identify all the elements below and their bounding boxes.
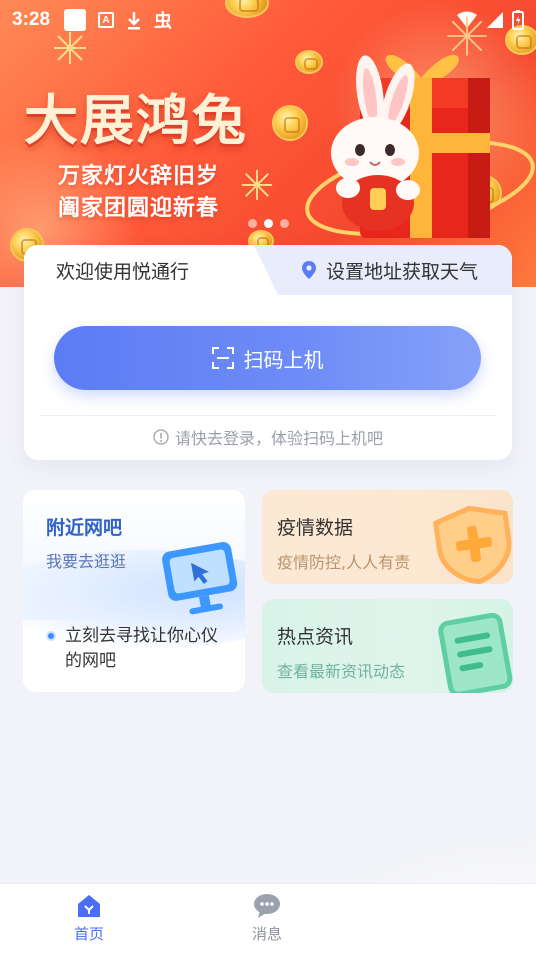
- download-icon: [128, 12, 141, 30]
- font-a-icon: A: [98, 12, 115, 28]
- bug-icon: 虫: [154, 11, 173, 31]
- bullet-dot: [46, 631, 56, 641]
- login-hint[interactable]: 请快去登录，体验扫码上机吧: [24, 425, 512, 449]
- news-subtitle: 查看最新资讯动态: [277, 662, 406, 681]
- battery-charging-icon: [512, 10, 524, 30]
- bottom-navigation: 首页 消息: [0, 883, 536, 954]
- scan-icon: [211, 347, 234, 369]
- scan-to-login-button[interactable]: 扫码上机: [54, 326, 481, 390]
- home-icon: [78, 895, 100, 917]
- pagination-dot-active[interactable]: [264, 219, 273, 228]
- banner-pagination: [248, 219, 289, 228]
- welcome-card-header: 设置地址获取天气 欢迎使用悦通行: [24, 245, 512, 295]
- divider: [40, 415, 496, 416]
- nearby-subtitle: 我要去逛逛: [46, 552, 127, 571]
- banner-subtitle-line2: 阖家团圆迎新春: [58, 196, 220, 221]
- promo-banner[interactable]: 3:28 A 虫 大展鸿兔 万家灯火辞旧岁 阖家团圆迎新春: [0, 0, 536, 287]
- sparkle-icon: [54, 32, 86, 64]
- notification-square-icon: [64, 9, 87, 31]
- nearby-internet-cafe-card[interactable]: 附近网吧 我要去逛逛 立刻去寻找让你心仪的网吧: [23, 490, 245, 692]
- sparkle-icon: [241, 169, 273, 201]
- chat-icon: [254, 894, 280, 918]
- nearby-title: 附近网吧: [46, 517, 123, 539]
- pagination-dot[interactable]: [248, 219, 257, 228]
- epidemic-subtitle: 疫情防控,人人有责: [277, 553, 411, 572]
- document-icon: [438, 613, 513, 693]
- monitor-cursor-icon: [162, 542, 238, 615]
- scan-button-label: 扫码上机: [243, 347, 324, 372]
- epidemic-data-card[interactable]: 疫情数据 疫情防控,人人有责: [262, 490, 513, 584]
- hot-news-card[interactable]: 热点资讯 查看最新资讯动态: [262, 599, 513, 693]
- nav-home[interactable]: 首页: [0, 884, 178, 954]
- nav-messages-label: 消息: [251, 925, 282, 943]
- welcome-card: 设置地址获取天气 欢迎使用悦通行 扫码上机 请快去登录，体验扫码上机吧: [24, 245, 512, 460]
- location-pin-icon: [301, 261, 316, 279]
- news-title: 热点资讯: [277, 626, 354, 648]
- info-icon: [153, 429, 169, 445]
- shield-plus-icon: [432, 505, 512, 584]
- sparkle-icon: [447, 16, 487, 56]
- status-time: 3:28: [12, 9, 51, 30]
- weather-location-label: 设置地址获取天气: [325, 260, 478, 283]
- banner-subtitle-line1: 万家灯火辞旧岁: [58, 164, 220, 189]
- pagination-dot[interactable]: [280, 219, 289, 228]
- welcome-greeting: 欢迎使用悦通行: [24, 245, 254, 295]
- weather-location-button[interactable]: 设置地址获取天气: [254, 245, 512, 295]
- nav-home-label: 首页: [73, 925, 104, 943]
- nav-messages[interactable]: 消息: [178, 884, 356, 954]
- nearby-description: 立刻去寻找让你心仪的网吧: [65, 626, 218, 671]
- banner-title: 大展鸿兔: [24, 89, 248, 152]
- rabbit-gift-illustration: [305, 54, 535, 238]
- epidemic-title: 疫情数据: [277, 517, 354, 539]
- login-hint-text: 请快去登录，体验扫码上机吧: [174, 429, 383, 448]
